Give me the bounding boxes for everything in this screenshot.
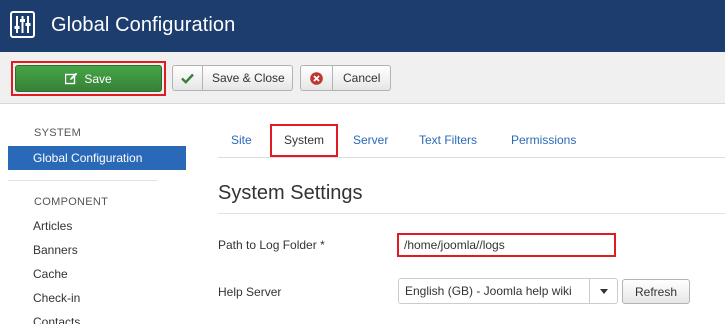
section-title-divider — [218, 213, 725, 214]
tab-server[interactable]: Server — [353, 124, 388, 157]
section-title: System Settings — [218, 182, 363, 204]
tab-system[interactable]: System — [270, 124, 338, 157]
tab-text-filters[interactable]: Text Filters — [419, 124, 477, 157]
sidebar: SYSTEM Global Configuration COMPONENT Ar… — [8, 118, 186, 324]
page-title: Global Configuration — [51, 14, 236, 36]
equalizer-icon — [10, 11, 35, 38]
save-button[interactable]: Save — [15, 65, 162, 92]
sidebar-item-articles[interactable]: Articles — [33, 218, 72, 234]
help-server-select[interactable]: English (GB) - Joomla help wiki — [398, 278, 618, 304]
refresh-button[interactable]: Refresh — [622, 279, 690, 304]
log-folder-input[interactable] — [397, 233, 616, 257]
checkmark-icon — [181, 73, 194, 84]
refresh-button-label: Refresh — [634, 285, 678, 299]
sidebar-item-cache[interactable]: Cache — [33, 266, 68, 282]
settings-tabs: Site System Server Text Filters Permissi… — [218, 124, 725, 158]
sidebar-item-check-in[interactable]: Check-in — [33, 290, 80, 306]
help-server-selected-value: English (GB) - Joomla help wiki — [405, 284, 572, 298]
caret-down-icon — [599, 288, 608, 294]
sidebar-item-contacts[interactable]: Contacts — [33, 314, 80, 324]
cancel-label: Cancel — [343, 71, 381, 85]
edit-icon — [65, 72, 78, 85]
cancel-button[interactable]: Cancel — [300, 65, 391, 91]
help-server-label: Help Server — [218, 285, 282, 299]
save-button-label: Save — [84, 71, 112, 86]
cancel-circle-icon — [310, 71, 323, 85]
sidebar-divider — [8, 180, 158, 181]
tab-site[interactable]: Site — [231, 124, 252, 157]
save-and-close-label: Save & Close — [212, 71, 285, 85]
app-header: Global Configuration — [0, 0, 725, 52]
sidebar-item-banners[interactable]: Banners — [33, 242, 78, 258]
sidebar-item-global-configuration[interactable]: Global Configuration — [8, 146, 186, 170]
tab-permissions[interactable]: Permissions — [511, 124, 576, 157]
log-folder-label: Path to Log Folder * — [218, 238, 325, 252]
sidebar-heading-system: SYSTEM — [34, 127, 82, 139]
save-and-close-button[interactable]: Save & Close — [172, 65, 293, 91]
help-server-dropdown-toggle[interactable] — [589, 279, 617, 303]
sidebar-heading-component: COMPONENT — [34, 196, 109, 208]
